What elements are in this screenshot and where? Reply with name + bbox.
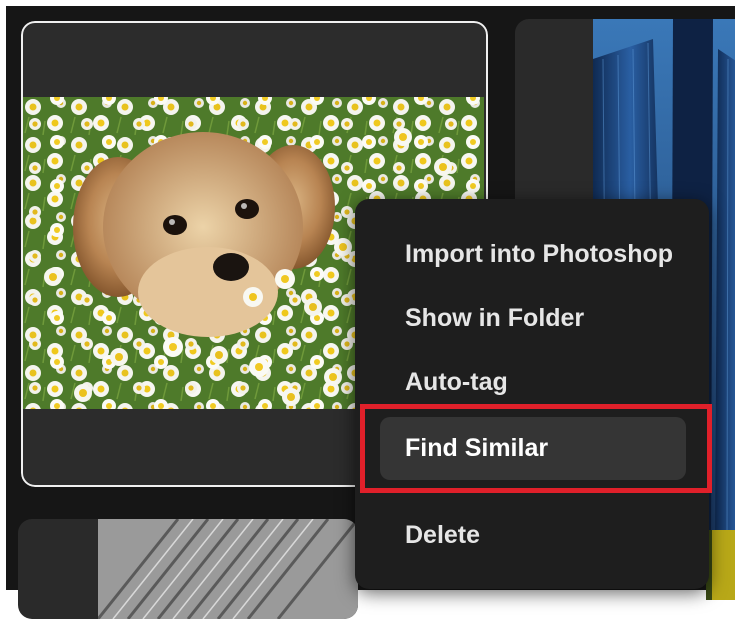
menu-item-delete[interactable]: Delete xyxy=(375,505,689,565)
menu-item-auto-tag[interactable]: Auto-tag xyxy=(375,352,689,412)
menu-item-show-in-folder[interactable]: Show in Folder xyxy=(375,288,689,348)
architecture-photo-image xyxy=(98,519,358,619)
architecture-photo-thumbnail[interactable] xyxy=(98,519,358,619)
menu-item-import-into-photoshop[interactable]: Import into Photoshop xyxy=(375,224,689,284)
yellow-green-photo-image xyxy=(706,530,735,600)
yellow-green-photo-thumbnail[interactable] xyxy=(706,530,735,600)
screenshot-viewport: Import into Photoshop Show in Folder Aut… xyxy=(0,0,735,619)
context-menu: Import into Photoshop Show in Folder Aut… xyxy=(355,199,709,589)
media-card-architecture[interactable] xyxy=(18,519,358,619)
menu-item-find-similar[interactable]: Find Similar xyxy=(380,417,686,480)
